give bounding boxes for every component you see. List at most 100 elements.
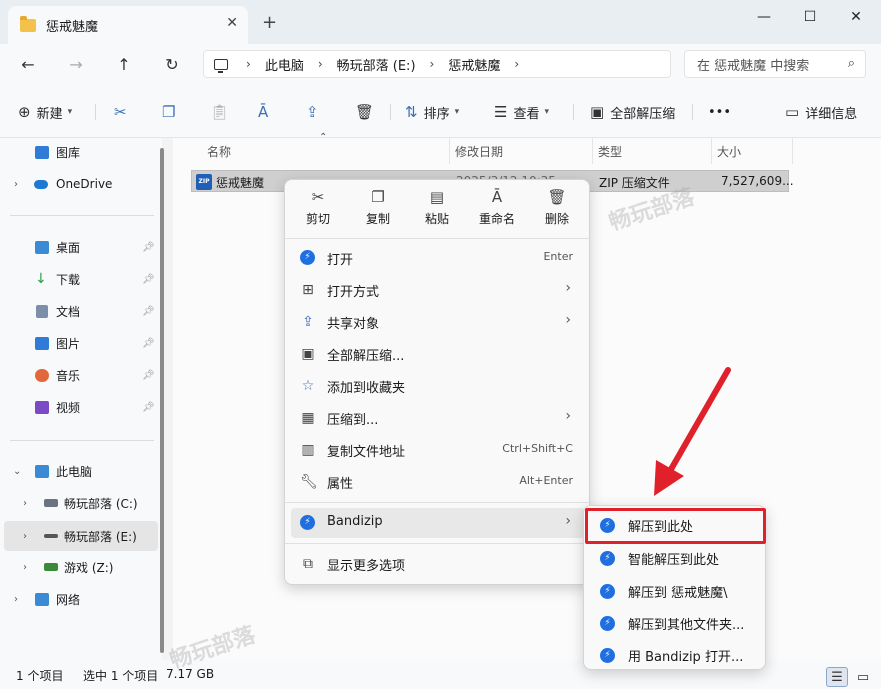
- pin-icon: 📌︎: [142, 273, 155, 285]
- new-tab-button[interactable]: +: [262, 12, 277, 33]
- tiles-view-button[interactable]: ▭: [852, 667, 874, 687]
- window-tab[interactable]: 惩戒魅魔 ✕: [8, 6, 248, 44]
- sidebar-scrollbar[interactable]: [160, 148, 164, 653]
- trash-icon: 🗑︎: [355, 103, 375, 121]
- address-bar[interactable]: › 此电脑 › 畅玩部落 (E:) › 惩戒魅魔 ›: [203, 50, 671, 78]
- menu-item-properties[interactable]: 🔧︎ 属性 Alt+Enter: [291, 467, 585, 497]
- sort-icon: ⇅: [405, 103, 418, 121]
- extract-all-button[interactable]: ▣ 全部解压缩: [590, 100, 675, 124]
- toolbar-divider: [692, 104, 693, 120]
- paste-button[interactable]: 📋︎: [210, 100, 235, 124]
- forward-button[interactable]: →: [62, 52, 90, 76]
- share-icon: ⇪: [302, 314, 314, 330]
- up-button[interactable]: ↑: [110, 52, 138, 76]
- sidebar-divider: [10, 215, 154, 216]
- context-paste-button[interactable]: ▤ 粘贴: [412, 188, 462, 227]
- clipboard-icon: 📋︎: [210, 103, 230, 121]
- close-button[interactable]: ✕: [836, 6, 876, 28]
- pictures-icon: [35, 336, 49, 350]
- maximize-button[interactable]: ☐: [790, 6, 830, 28]
- breadcrumb-folder[interactable]: 惩戒魅魔: [448, 55, 500, 74]
- column-modified[interactable]: 修改日期: [455, 143, 503, 160]
- submenu-smart-extract[interactable]: ⚡︎ 智能解压到此处: [588, 543, 763, 573]
- context-menu-toolbar: ✂ 剪切 ❐ 复制 ▤ 粘贴 Ā 重命名 🗑︎ 删除: [285, 180, 591, 238]
- annotation-arrow-head: [654, 460, 684, 496]
- column-name[interactable]: 名称: [207, 143, 231, 160]
- sidebar-item-videos[interactable]: 视频 📌︎: [0, 393, 160, 421]
- chevron-right-icon: ›: [246, 57, 251, 71]
- sidebar-item-drive-e[interactable]: › 畅玩部落 (E:): [4, 521, 158, 551]
- more-options-button[interactable]: •••: [708, 100, 731, 124]
- tab-title: 惩戒魅魔: [46, 19, 99, 35]
- search-icon: ⌕: [847, 56, 855, 71]
- chevron-right-icon: ›: [14, 178, 18, 190]
- folder-icon: [20, 15, 36, 32]
- bandizip-icon: ⚡︎: [600, 616, 615, 631]
- search-input[interactable]: 在 惩戒魅魔 中搜索 ⌕: [684, 50, 866, 78]
- rename-button[interactable]: Ā: [258, 100, 274, 124]
- copy-path-icon: ▥: [301, 442, 315, 458]
- sidebar-item-drive-z[interactable]: › 游戏 (Z:): [0, 553, 160, 581]
- refresh-button[interactable]: ↻: [158, 52, 186, 76]
- toolbar-divider: [390, 104, 391, 120]
- menu-item-compress-to[interactable]: ▦ 压缩到... ›: [291, 403, 585, 433]
- column-type[interactable]: 类型: [598, 143, 622, 160]
- chevron-right-icon: ›: [565, 312, 571, 328]
- menu-item-open-with[interactable]: ⊞ 打开方式 ›: [291, 275, 585, 305]
- scissors-icon: ✂: [114, 103, 127, 121]
- sort-button[interactable]: ⇅ 排序 ▾: [405, 100, 459, 124]
- submenu-extract-here[interactable]: ⚡︎ 解压到此处: [588, 510, 763, 540]
- star-icon: ☆: [301, 378, 315, 394]
- drive-icon: [44, 499, 58, 507]
- submenu-extract-to-folder[interactable]: ⚡︎ 解压到 惩戒魅魔\: [588, 576, 763, 606]
- context-rename-button[interactable]: Ā 重命名: [472, 188, 522, 227]
- copy-button[interactable]: ❐: [162, 100, 181, 124]
- tab-close-button[interactable]: ✕: [226, 15, 238, 31]
- menu-item-bandizip[interactable]: ⚡︎ Bandizip ›: [291, 508, 585, 538]
- submenu-open-with-bandizip[interactable]: ⚡︎ 用 Bandizip 打开...: [588, 640, 763, 670]
- pin-icon: 📌︎: [142, 369, 155, 381]
- sidebar-item-onedrive[interactable]: › OneDrive: [0, 170, 160, 198]
- breadcrumb-this-pc[interactable]: 此电脑: [265, 55, 304, 74]
- context-delete-button[interactable]: 🗑︎ 删除: [532, 188, 582, 227]
- menu-item-show-more[interactable]: ⧉ 显示更多选项: [291, 549, 585, 579]
- sidebar-item-this-pc[interactable]: ⌄ 此电脑: [0, 457, 160, 485]
- annotation-arrow-shaft: [663, 367, 731, 481]
- pin-icon: 📌︎: [142, 401, 155, 413]
- menu-item-open[interactable]: ⚡︎ 打开 Enter: [291, 243, 585, 273]
- delete-button[interactable]: 🗑︎: [355, 100, 380, 124]
- sidebar-item-gallery[interactable]: 图库: [0, 138, 160, 166]
- chevron-right-icon: ›: [565, 513, 571, 529]
- menu-item-share[interactable]: ⇪ 共享对象 ›: [291, 307, 585, 337]
- pin-icon: 📌︎: [142, 241, 155, 253]
- open-with-icon: ⊞: [302, 282, 314, 298]
- context-cut-button[interactable]: ✂ 剪切: [293, 188, 343, 227]
- menu-item-add-favorite[interactable]: ☆ 添加到收藏夹: [291, 371, 585, 401]
- column-size[interactable]: 大小: [717, 143, 741, 160]
- sidebar-item-downloads[interactable]: ↓ 下载 📌︎: [0, 265, 160, 293]
- menu-item-copy-path[interactable]: ▥ 复制文件地址 Ctrl+Shift+C: [291, 435, 585, 465]
- menu-item-extract-all[interactable]: ▣ 全部解压缩...: [291, 339, 585, 369]
- details-view-button[interactable]: ☰: [826, 667, 848, 687]
- minimize-button[interactable]: —: [744, 6, 784, 28]
- back-button[interactable]: ←: [14, 52, 42, 76]
- cut-button[interactable]: ✂: [114, 100, 133, 124]
- sidebar-item-pictures[interactable]: 图片 📌︎: [0, 329, 160, 357]
- submenu-extract-other[interactable]: ⚡︎ 解压到其他文件夹...: [588, 608, 763, 638]
- new-button[interactable]: ⊕ 新建 ▾: [18, 100, 72, 124]
- chevron-down-icon: ▾: [454, 107, 460, 117]
- sidebar-item-documents[interactable]: 文档 📌︎: [0, 297, 160, 325]
- menu-divider: [285, 502, 591, 503]
- sidebar-item-network[interactable]: › 网络: [0, 585, 160, 613]
- view-button[interactable]: ☰ 查看 ▾: [494, 100, 549, 124]
- sidebar-item-desktop[interactable]: 桌面 📌︎: [0, 233, 160, 261]
- context-copy-button[interactable]: ❐ 复制: [353, 188, 403, 227]
- item-count: 1 个项目: [16, 669, 64, 683]
- share-button[interactable]: ⇪: [306, 100, 325, 124]
- sidebar-item-drive-c[interactable]: › 畅玩部落 (C:): [0, 489, 160, 517]
- sidebar-item-music[interactable]: 音乐 📌︎: [0, 361, 160, 389]
- details-button[interactable]: ▭ 详细信息: [785, 100, 857, 124]
- file-type: ZIP 压缩文件: [599, 176, 670, 190]
- breadcrumb-drive-e[interactable]: 畅玩部落 (E:): [337, 55, 416, 74]
- toolbar-divider: [573, 104, 574, 120]
